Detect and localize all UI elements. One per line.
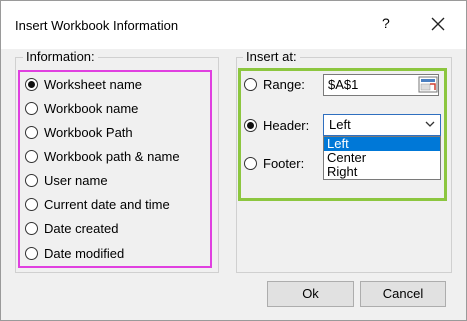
footer-radio[interactable]: Footer:: [244, 152, 304, 174]
footer-label: Footer:: [263, 155, 305, 171]
help-button[interactable]: ?: [382, 15, 390, 31]
information-option-label: Workbook name: [44, 100, 139, 116]
range-radio[interactable]: Range:: [244, 73, 305, 95]
information-option[interactable]: Workbook Path: [25, 121, 133, 143]
header-position-select[interactable]: Left: [323, 114, 441, 136]
range-radio-circle[interactable]: [244, 77, 257, 91]
information-option-label: Date modified: [44, 245, 125, 261]
information-option-label: Date created: [44, 220, 119, 236]
information-option-radio[interactable]: [25, 246, 38, 260]
header-dropdown-list: Left Center Right: [323, 136, 441, 180]
chevron-down-icon[interactable]: [424, 118, 436, 130]
insert-at-label: Insert at:: [243, 49, 300, 64]
information-option[interactable]: Worksheet name: [25, 73, 142, 95]
information-option-label: Current date and time: [44, 196, 170, 212]
ok-button[interactable]: Ok: [267, 281, 354, 307]
information-label: Information:: [23, 49, 98, 64]
information-option-label: Workbook Path: [44, 124, 133, 140]
information-option-label: User name: [44, 172, 108, 188]
information-option-radio[interactable]: [25, 77, 38, 91]
information-option-radio[interactable]: [25, 125, 38, 139]
range-label: Range:: [263, 76, 305, 92]
close-icon[interactable]: [423, 9, 453, 39]
header-radio-circle[interactable]: [244, 118, 257, 132]
information-option[interactable]: Date modified: [25, 242, 124, 264]
information-option-radio[interactable]: [25, 149, 38, 163]
information-option[interactable]: Workbook path & name: [25, 145, 180, 167]
header-label: Header:: [263, 117, 310, 133]
header-radio[interactable]: Header:: [244, 114, 309, 136]
range-select-icon[interactable]: [418, 76, 438, 93]
information-option-label: Workbook path & name: [44, 148, 180, 164]
information-option-radio[interactable]: [25, 221, 38, 235]
information-option-radio[interactable]: [25, 101, 38, 115]
footer-radio-circle[interactable]: [244, 156, 257, 170]
information-option[interactable]: Current date and time: [25, 193, 170, 215]
information-option[interactable]: Date created: [25, 217, 118, 239]
dropdown-option-left[interactable]: Left: [324, 137, 440, 151]
information-option-label: Worksheet name: [44, 76, 143, 92]
information-option[interactable]: Workbook name: [25, 97, 138, 119]
dropdown-option-center[interactable]: Center: [324, 151, 440, 165]
title-bar: Insert Workbook Information ?: [1, 1, 466, 49]
header-selected-value: Left: [329, 117, 351, 132]
information-option-radio[interactable]: [25, 197, 38, 211]
information-option-radio[interactable]: [25, 173, 38, 187]
dialog-title: Insert Workbook Information: [15, 18, 179, 33]
insert-workbook-information-dialog: Insert Workbook Information ? Informatio…: [0, 0, 467, 321]
information-option[interactable]: User name: [25, 169, 108, 191]
dropdown-option-right[interactable]: Right: [324, 165, 440, 179]
cancel-button[interactable]: Cancel: [360, 281, 446, 307]
